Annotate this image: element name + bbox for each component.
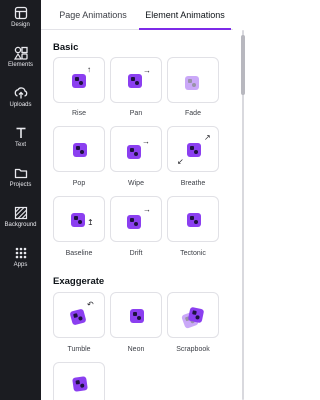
animation-label: Baseline [65,250,93,257]
animation-card-neon[interactable] [110,292,162,338]
sidebar-item-label: Design [11,22,30,28]
arrow-up-baseline-icon: ↥ [87,218,94,227]
animation-label: Drift [129,250,143,257]
element-preview-icon [187,213,201,227]
element-preview-icon [71,213,85,227]
animation-label: Tectonic [180,250,206,257]
element-preview-icon [127,145,141,159]
sidebar-item-uploads[interactable]: Uploads [0,82,41,122]
animation-card-fade[interactable] [167,57,219,103]
design-icon [14,6,28,20]
animation-label: Fade [185,110,201,117]
animation-card-wipe[interactable]: → [110,126,162,172]
element-preview-icon [72,376,88,392]
arrow-right-icon: → [143,66,151,75]
element-preview-icon [127,215,141,229]
arrow-diagonal-up-icon: ↗ [204,133,211,142]
rotate-arrow-icon: ↶ [87,300,94,309]
sidebar-item-label: Elements [7,62,33,68]
background-icon [14,206,28,220]
sidebar-item-background[interactable]: Background [0,202,41,242]
animation-card-partial[interactable] [53,362,105,400]
arrow-right-icon: → [143,205,151,214]
sidebar-item-projects[interactable]: Projects [0,162,41,202]
element-preview-icon [128,74,142,88]
animation-label: Wipe [128,180,144,187]
elements-icon [13,46,28,60]
animation-panel: Page Animations Element Animations Basic… [41,0,233,400]
element-preview-icon [185,76,199,90]
animation-label: Rise [71,110,86,117]
text-icon [14,126,28,140]
section-title-exaggerate: Exaggerate [53,276,105,287]
animation-label: Pop [72,180,86,187]
animation-card-tumble[interactable]: ↶ [53,292,105,338]
element-preview-icon [73,143,87,157]
animation-card-tectonic[interactable] [167,196,219,242]
sidebar-item-label: Background [4,222,37,228]
upload-icon [14,86,28,100]
animation-card-pop[interactable] [53,126,105,172]
arrow-up-icon: ↑ [87,65,91,74]
sidebar-item-label: Apps [13,262,28,268]
sidebar: Design Elements Uploads Text Projects Ba… [0,0,41,400]
animation-label: Tumble [67,346,91,353]
animation-label: Breathe [180,180,206,187]
apps-icon [14,246,28,260]
sidebar-item-apps[interactable]: Apps [0,242,41,282]
animation-card-drift[interactable]: → [110,196,162,242]
element-preview-icon [69,308,87,326]
element-preview-icon [72,74,86,88]
sidebar-item-elements[interactable]: Elements [0,42,41,82]
arrow-diagonal-down-icon: ↙ [177,157,184,166]
animation-card-pan[interactable]: → [110,57,162,103]
sidebar-item-label: Text [14,142,26,148]
active-tab-indicator [139,28,231,30]
animation-card-baseline[interactable]: ↥ [53,196,105,242]
element-preview-icon [187,306,205,324]
element-preview-icon [187,143,201,157]
tab-bar: Page Animations Element Animations [41,0,233,30]
tab-element-animations[interactable]: Element Animations [139,0,231,30]
tab-page-animations[interactable]: Page Animations [49,0,137,30]
animation-card-rise[interactable]: ↑ [53,57,105,103]
sidebar-item-label: Projects [9,182,32,188]
scrollbar-thumb[interactable] [241,35,245,95]
arrow-right-icon: → [142,137,150,146]
animation-card-breathe[interactable]: ↗ ↙ [167,126,219,172]
sidebar-item-design[interactable]: Design [0,2,41,42]
sidebar-item-label: Uploads [9,102,32,108]
animation-card-scrapbook[interactable] [167,292,219,338]
element-preview-icon [130,309,144,323]
folder-icon [14,166,28,180]
section-title-basic: Basic [53,42,79,53]
animation-label: Scrapbook [176,346,210,353]
sidebar-item-text[interactable]: Text [0,122,41,162]
animation-label: Neon [127,346,145,353]
animation-label: Pan [129,110,143,117]
